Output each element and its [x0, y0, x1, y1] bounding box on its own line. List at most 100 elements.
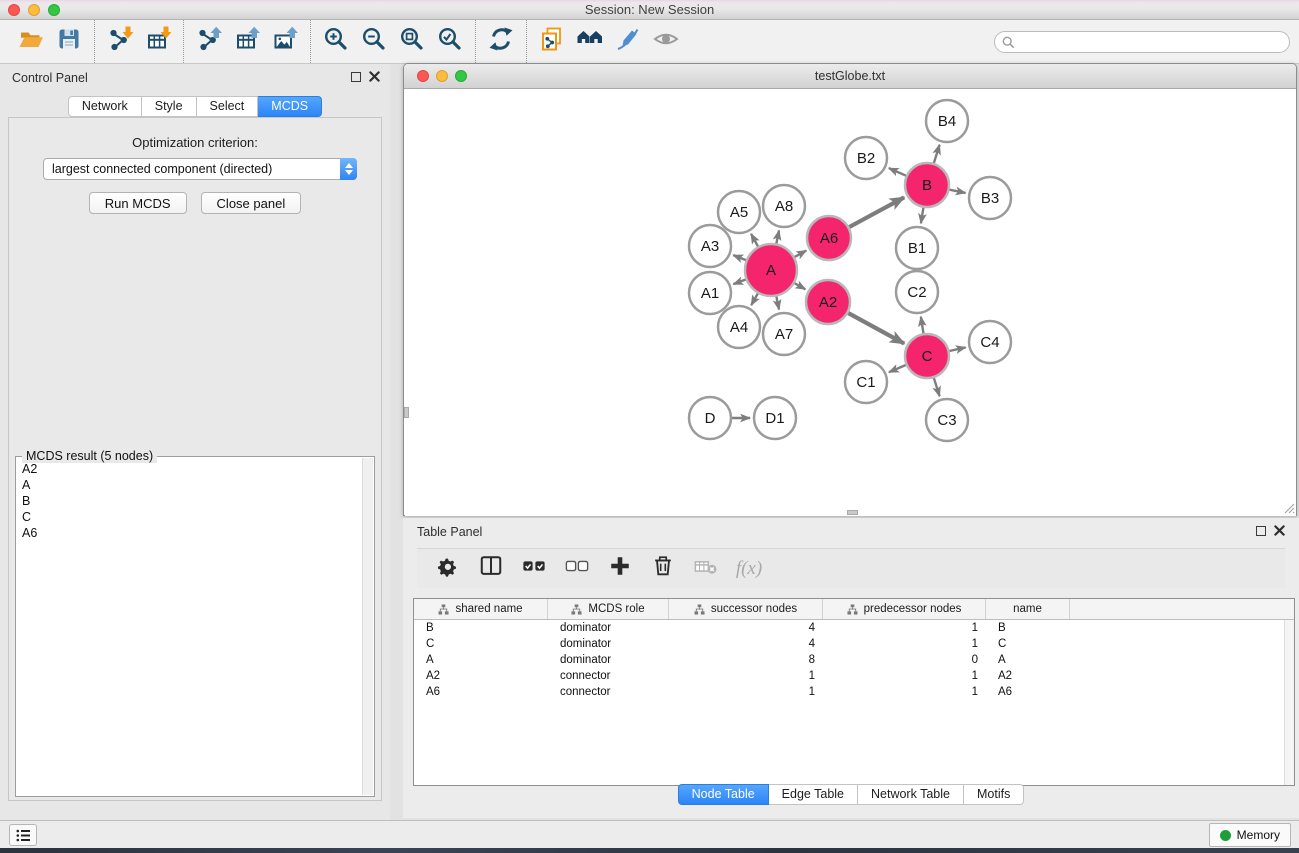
graph-edge-A-A2[interactable]	[795, 283, 806, 289]
mcds-result-item[interactable]: B	[18, 493, 361, 509]
cell-predecessor-nodes[interactable]: 1	[823, 636, 986, 652]
import-table-button[interactable]	[139, 24, 177, 60]
cell-name[interactable]: C	[986, 636, 1070, 652]
column-header-successor-nodes[interactable]: successor nodes	[669, 599, 823, 619]
graph-edge-A-A7[interactable]	[776, 296, 779, 309]
run-mcds-button[interactable]: Run MCDS	[89, 192, 187, 214]
memory-button[interactable]: Memory	[1209, 823, 1291, 847]
cell-MCDS-role[interactable]: connector	[548, 668, 669, 684]
cell-MCDS-role[interactable]: dominator	[548, 652, 669, 668]
tab-network-table[interactable]: Network Table	[858, 784, 964, 805]
task-history-button[interactable]	[9, 824, 37, 846]
mcds-result-item[interactable]: C	[18, 509, 361, 525]
ndex-home-button[interactable]	[571, 24, 609, 60]
cell-name[interactable]: A	[986, 652, 1070, 668]
cell-MCDS-role[interactable]: dominator	[548, 620, 669, 636]
cell-shared-name[interactable]: A	[414, 652, 548, 668]
graph-edge-C-C1[interactable]	[889, 365, 906, 372]
graph-edge-A-A3[interactable]	[733, 255, 746, 260]
graph-edge-B-B2[interactable]	[889, 168, 906, 176]
graph-edge-B-B4[interactable]	[934, 145, 940, 163]
result-list-scrollbar[interactable]	[362, 458, 373, 795]
criterion-dropdown[interactable]: largest connected component (directed)	[43, 158, 357, 180]
graph-edge-A-A1[interactable]	[733, 280, 745, 285]
mcds-result-item[interactable]: A	[18, 477, 361, 493]
network-canvas[interactable]: AA6A2BCA1A3A4A5A7A8B1B2B3B4C1C2C3C4DD1	[405, 90, 1296, 516]
table-scrollbar[interactable]	[1284, 620, 1294, 785]
graph-edge-C-C4[interactable]	[949, 347, 965, 351]
close-table-panel-icon[interactable]	[1274, 525, 1285, 536]
cell-predecessor-nodes[interactable]: 0	[823, 652, 986, 668]
cell-shared-name[interactable]: B	[414, 620, 548, 636]
mcds-result-item[interactable]: A6	[18, 525, 361, 541]
table-row[interactable]: Bdominator41B	[414, 620, 1294, 636]
cell-MCDS-role[interactable]: dominator	[548, 636, 669, 652]
cell-successor-nodes[interactable]: 8	[669, 652, 823, 668]
export-table-button[interactable]	[228, 24, 266, 60]
graph-edge-A-A4[interactable]	[751, 294, 758, 306]
tab-network[interactable]: Network	[68, 96, 142, 117]
copy-network-button[interactable]	[533, 24, 571, 60]
tab-edge-table[interactable]: Edge Table	[769, 784, 858, 805]
graph-edge-B-B1[interactable]	[921, 208, 923, 224]
graph-edge-C-C2[interactable]	[921, 317, 924, 334]
graph-edge-A-A5[interactable]	[751, 234, 758, 246]
column-header-shared-name[interactable]: shared name	[414, 599, 548, 619]
refresh-button[interactable]	[482, 24, 520, 60]
table-settings-gear-button[interactable]	[431, 553, 465, 585]
cell-successor-nodes[interactable]: 1	[669, 684, 823, 700]
zoom-selected-button[interactable]	[431, 24, 469, 60]
create-column-plus-button[interactable]	[603, 553, 637, 585]
tab-style[interactable]: Style	[142, 96, 197, 117]
cell-shared-name[interactable]: A6	[414, 684, 548, 700]
export-network-button[interactable]	[190, 24, 228, 60]
show-columns-checked-button[interactable]	[517, 553, 551, 585]
cell-shared-name[interactable]: A2	[414, 668, 548, 684]
mcds-result-item[interactable]: A2	[18, 461, 361, 477]
delete-columns-trash-button[interactable]	[646, 553, 680, 585]
close-panel-icon[interactable]	[369, 71, 380, 82]
network-graph[interactable]: AA6A2BCA1A3A4A5A7A8B1B2B3B4C1C2C3C4DD1	[405, 90, 1296, 516]
hide-columns-unchecked-button[interactable]	[560, 553, 594, 585]
cell-successor-nodes[interactable]: 1	[669, 668, 823, 684]
column-header-MCDS-role[interactable]: MCDS role	[548, 599, 669, 619]
table-row[interactable]: Cdominator41C	[414, 636, 1294, 652]
tab-mcds[interactable]: MCDS	[258, 96, 322, 117]
table-row[interactable]: A2connector11A2	[414, 668, 1294, 684]
zoom-out-button[interactable]	[355, 24, 393, 60]
cell-successor-nodes[interactable]: 4	[669, 636, 823, 652]
show-graphics-button[interactable]	[647, 24, 685, 60]
hide-annotations-button[interactable]	[609, 24, 647, 60]
cell-name[interactable]: B	[986, 620, 1070, 636]
zoom-fit-button[interactable]	[393, 24, 431, 60]
graph-edge-C-C3[interactable]	[934, 378, 940, 396]
graph-edge-B-B3[interactable]	[950, 190, 966, 193]
graph-edge-A6-B[interactable]	[849, 197, 904, 227]
cell-name[interactable]: A2	[986, 668, 1070, 684]
resize-grip-icon[interactable]	[1282, 501, 1295, 514]
export-image-button[interactable]	[266, 24, 304, 60]
column-header-name[interactable]: name	[986, 599, 1070, 619]
cell-MCDS-role[interactable]: connector	[548, 684, 669, 700]
table-row[interactable]: Adominator80A	[414, 652, 1294, 668]
network-window-titlebar[interactable]: testGlobe.txt	[404, 64, 1296, 89]
float-table-panel-icon[interactable]	[1256, 526, 1266, 536]
open-session-button[interactable]	[12, 24, 50, 60]
close-panel-button[interactable]: Close panel	[201, 192, 302, 214]
import-network-button[interactable]	[101, 24, 139, 60]
tab-motifs[interactable]: Motifs	[964, 784, 1024, 805]
float-panel-icon[interactable]	[351, 72, 361, 82]
graph-edge-A-A6[interactable]	[795, 251, 807, 257]
zoom-in-button[interactable]	[317, 24, 355, 60]
search-box[interactable]	[994, 31, 1290, 53]
cell-predecessor-nodes[interactable]: 1	[823, 668, 986, 684]
graph-edge-A-A8[interactable]	[776, 230, 779, 243]
save-session-button[interactable]	[50, 24, 88, 60]
graph-edge-A2-C[interactable]	[848, 313, 904, 344]
table-row[interactable]: A6connector11A6	[414, 684, 1294, 700]
cell-shared-name[interactable]: C	[414, 636, 548, 652]
cell-predecessor-nodes[interactable]: 1	[823, 684, 986, 700]
tab-select[interactable]: Select	[197, 96, 259, 117]
cell-name[interactable]: A6	[986, 684, 1070, 700]
horizontal-scrollbar-thumb[interactable]	[847, 510, 858, 515]
